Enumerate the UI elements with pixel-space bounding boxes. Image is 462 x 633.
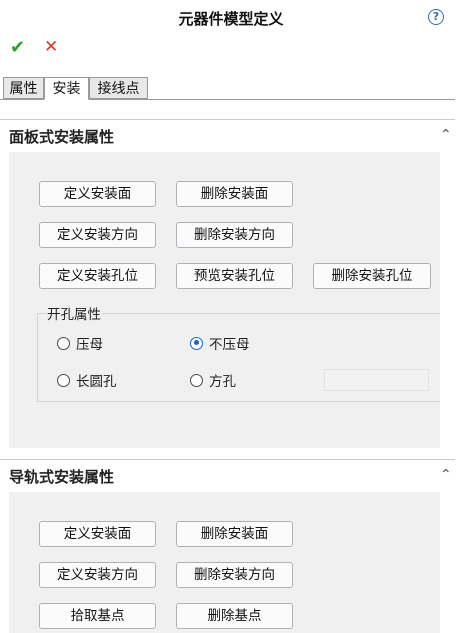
disabled-input-field — [324, 369, 429, 391]
help-icon[interactable]: ? — [428, 9, 444, 25]
delete-base-point-button[interactable]: 删除基点 — [176, 603, 293, 629]
radio-press-nut[interactable]: 压母 — [57, 333, 103, 353]
radio-square-hole[interactable]: 方孔 — [190, 370, 236, 390]
collapse-chevron-up-icon[interactable]: ⌃ — [440, 127, 452, 143]
define-mount-holes-button[interactable]: 定义安装孔位 — [39, 263, 156, 289]
rail-delete-mount-direction-button[interactable]: 删除安装方向 — [176, 562, 293, 588]
radio-unchecked-icon — [57, 336, 70, 350]
radio-no-press-nut[interactable]: 不压母 — [190, 333, 250, 353]
rail-define-mount-surface-button[interactable]: 定义安装面 — [39, 521, 156, 547]
cancel-x-icon[interactable]: ✕ — [44, 37, 58, 57]
radio-unchecked-icon — [57, 373, 70, 387]
panel-mount-section-title: 面板式安装属性 — [9, 128, 115, 146]
section-divider — [0, 459, 455, 460]
preview-mount-holes-button[interactable]: 预览安装孔位 — [176, 263, 293, 289]
define-mount-direction-button[interactable]: 定义安装方向 — [39, 222, 156, 248]
window-right-edge — [455, 0, 462, 633]
confirm-check-icon[interactable]: ✔ — [10, 37, 25, 58]
collapse-chevron-up-icon[interactable]: ⌃ — [440, 467, 452, 483]
radio-label: 压母 — [76, 337, 103, 353]
define-mount-surface-button[interactable]: 定义安装面 — [39, 181, 156, 207]
pick-base-point-button[interactable]: 拾取基点 — [39, 603, 156, 629]
delete-mount-holes-button[interactable]: 删除安装孔位 — [313, 263, 431, 289]
radio-slot-hole[interactable]: 长圆孔 — [57, 370, 117, 390]
radio-label: 长圆孔 — [76, 374, 117, 390]
rail-mount-section-title: 导轨式安装属性 — [9, 468, 115, 486]
rail-delete-mount-surface-button[interactable]: 删除安装面 — [176, 521, 293, 547]
tab-install[interactable]: 安装 — [44, 77, 89, 100]
tab-properties[interactable]: 属性 — [3, 77, 44, 99]
hole-properties-title: 开孔属性 — [46, 303, 102, 323]
radio-label: 方孔 — [209, 374, 236, 390]
radio-label: 不压母 — [209, 337, 250, 353]
section-divider — [0, 119, 455, 120]
tab-connection-points[interactable]: 接线点 — [89, 77, 148, 99]
radio-checked-icon — [190, 336, 203, 350]
rail-define-mount-direction-button[interactable]: 定义安装方向 — [39, 562, 156, 588]
radio-unchecked-icon — [190, 373, 203, 387]
delete-mount-direction-button[interactable]: 删除安装方向 — [176, 222, 293, 248]
dialog-title: 元器件模型定义 — [178, 10, 284, 28]
delete-mount-surface-button[interactable]: 删除安装面 — [176, 181, 293, 207]
